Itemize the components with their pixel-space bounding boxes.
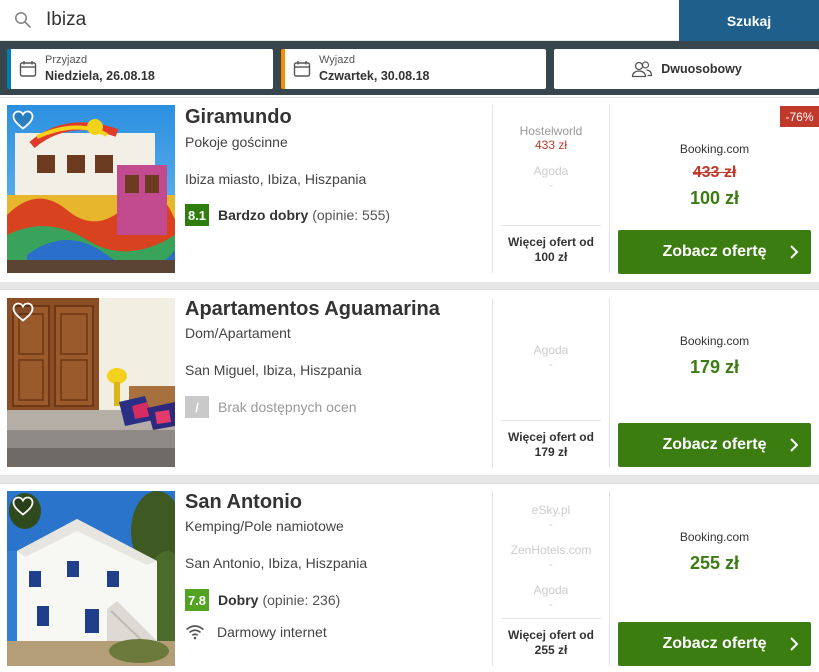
offer-price: 255 zł [689,553,740,573]
chevron-right-icon [790,637,799,651]
hotel-location[interactable]: San Miguel, Ibiza, Hiszpania [185,362,362,378]
alt-price: - [549,557,553,571]
hotel-photo[interactable] [7,491,175,666]
alt-price: - [549,178,553,192]
alt-provider: Agoda [533,164,569,178]
hotel-location[interactable]: San Antonio, Ibiza, Hiszpania [185,555,367,571]
view-offer-button[interactable]: Zobacz ofertę [618,230,811,274]
checkin-value: Niedziela, 26.08.18 [45,69,155,83]
search-input[interactable] [46,4,666,36]
main-offer: Booking.com 255 zł Zobacz ofertę [610,484,819,672]
separator [0,475,819,483]
guests-value: Dwuosobowy [661,62,742,76]
hotel-location[interactable]: Ibiza miasto, Ibiza, Hiszpania [185,171,366,187]
view-offer-label: Zobacz ofertę [662,436,767,453]
rating[interactable]: 8.1 Bardzo dobry (opinie: 555) [185,204,390,226]
offer-provider: Booking.com [679,334,750,348]
alt-offer[interactable]: ZenHotels.com - [493,537,609,577]
more-offers-link[interactable]: Więcej ofert od 255 zł [501,618,601,658]
more-offers-price: 100 zł [534,250,568,264]
offer-provider: Booking.com [679,530,750,544]
offer-price: 100 zł [689,188,740,208]
result-card: Giramundo Pokoje gościnne Ibiza miasto, … [0,97,819,281]
checkin-field[interactable]: Przyjazd Niedziela, 26.08.18 [7,49,273,89]
more-offers-label: Więcej ofert od [508,235,594,249]
result-card: San Antonio Kemping/Pole namiotowe San A… [0,483,819,672]
offer-provider: Booking.com [679,142,750,156]
discount-badge: -76% [780,106,819,127]
alt-price: - [549,597,553,611]
alternative-offers: eSky.pl - ZenHotels.com - Agoda - Więcej… [492,491,610,666]
search-button[interactable]: Szukaj [679,0,819,41]
rating[interactable]: 7.8 Dobry (opinie: 236) [185,589,340,611]
calendar-icon [19,61,37,77]
view-offer-button[interactable]: Zobacz ofertę [618,622,811,666]
rating-score: 8.1 [185,204,209,226]
checkin-label: Przyjazd [45,54,88,66]
rating: / Brak dostępnych ocen [185,396,357,418]
checkout-value: Czwartek, 30.08.18 [319,69,430,83]
hotel-name[interactable]: Giramundo [185,106,292,129]
view-offer-label: Zobacz ofertę [662,635,767,652]
more-offers-price: 179 zł [534,445,568,459]
alt-provider: Hostelworld [519,124,583,138]
hotel-photo[interactable] [7,105,175,273]
chevron-right-icon [790,438,799,452]
alt-offer[interactable]: Agoda - [493,577,609,617]
hotel-name[interactable]: Apartamentos Aguamarina [185,298,440,321]
checkout-label: Wyjazd [319,54,355,66]
rating-score: 7.8 [185,589,209,611]
more-offers-label: Więcej ofert od [508,628,594,642]
alt-price: - [549,357,553,371]
rating-count: (opinie: 555) [312,207,391,223]
alt-provider: ZenHotels.com [510,543,592,557]
rating-score: / [185,396,209,418]
hotel-photo[interactable] [7,298,175,467]
alt-price: - [549,517,553,531]
more-offers-price: 255 zł [534,643,568,657]
alt-offer[interactable]: Hostelworld 433 zł [493,123,609,153]
alternative-offers: Agoda - Więcej ofert od 179 zł [492,298,610,468]
guests-field[interactable]: Dwuosobowy [554,49,819,89]
heart-icon[interactable] [12,496,34,516]
alternative-offers: Hostelworld 433 zł Agoda - Więcej ofert … [492,105,610,273]
result-card: Apartamentos Aguamarina Dom/Apartament S… [0,289,819,475]
property-type: Kemping/Pole namiotowe [185,518,344,534]
rating-text: Dobry [218,592,259,608]
alt-offer[interactable]: eSky.pl - [493,497,609,537]
main-offer: Booking.com 179 zł Zobacz ofertę [610,290,819,476]
more-offers-link[interactable]: Więcej ofert od 100 zł [501,225,601,265]
rating-text: Brak dostępnych ocen [218,399,357,415]
search-icon [15,12,31,28]
amenity-label: Darmowy internet [217,624,327,640]
view-offer-label: Zobacz ofertę [662,243,767,260]
rating-text: Bardzo dobry [218,207,309,223]
alt-offer[interactable]: Agoda - [493,153,609,203]
heart-icon[interactable] [12,110,34,130]
heart-icon[interactable] [12,302,34,322]
search-bar: Szukaj [0,0,819,41]
alt-provider: Agoda [533,343,569,357]
date-bar: Przyjazd Niedziela, 26.08.18 Wyjazd Czwa… [0,41,819,95]
more-offers-link[interactable]: Więcej ofert od 179 zł [501,420,601,460]
old-price: 433 zł [692,164,737,181]
rating-count: (opinie: 236) [262,592,341,608]
offer-price: 179 zł [689,357,740,377]
view-offer-button[interactable]: Zobacz ofertę [618,423,811,467]
more-offers-label: Więcej ofert od [508,430,594,444]
hotel-name[interactable]: San Antonio [185,491,302,514]
alt-price: 433 zł [534,138,568,152]
amenity: Darmowy internet [185,624,327,640]
alt-provider: eSky.pl [531,503,571,517]
alt-provider: Agoda [533,583,569,597]
checkout-field[interactable]: Wyjazd Czwartek, 30.08.18 [281,49,546,89]
users-icon [632,61,653,78]
wifi-icon [185,625,205,640]
alt-offer[interactable]: Agoda - [493,340,609,374]
property-type: Pokoje gościnne [185,134,288,150]
chevron-right-icon [790,245,799,259]
calendar-icon [293,61,311,77]
property-type: Dom/Apartament [185,325,291,341]
